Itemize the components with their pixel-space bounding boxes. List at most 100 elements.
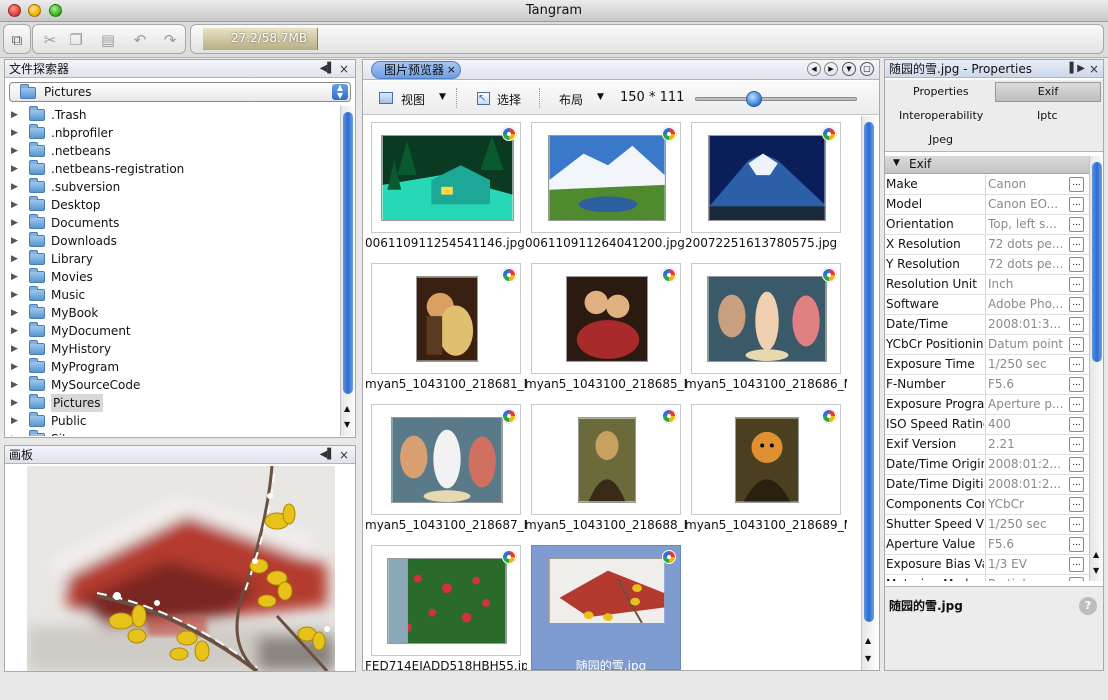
scrollbar-thumb[interactable]: [864, 122, 874, 622]
close-window-button[interactable]: [8, 4, 21, 17]
expand-icon[interactable]: ▶: [11, 268, 18, 286]
folder-tree-item[interactable]: ▶ Documents: [5, 214, 337, 232]
memory-indicator[interactable]: 27.2/58.7MB: [190, 24, 1104, 54]
expand-icon[interactable]: ▶: [11, 430, 18, 436]
thumbnail-tile[interactable]: [371, 404, 521, 515]
select-icon[interactable]: ↖: [477, 92, 490, 105]
expand-icon[interactable]: ▶: [11, 286, 18, 304]
edit-value-button[interactable]: ...: [1069, 217, 1084, 232]
property-row[interactable]: Aperture Value F5.6...: [885, 535, 1089, 555]
edit-value-button[interactable]: ...: [1069, 557, 1084, 572]
property-row[interactable]: Shutter Speed Value 1/250 sec...: [885, 515, 1089, 535]
nav-left-icon[interactable]: ◀: [807, 62, 821, 76]
minimize-panel-icon[interactable]: ▌▶: [1070, 60, 1085, 78]
edit-value-button[interactable]: ...: [1069, 497, 1084, 512]
tab-iptc[interactable]: Iptc: [1037, 109, 1058, 122]
edit-value-button[interactable]: ...: [1069, 237, 1084, 252]
folder-tree-item[interactable]: ▶ Downloads: [5, 232, 337, 250]
property-row[interactable]: Metering Mode Partial...: [885, 575, 1089, 581]
tab-interoperability[interactable]: Interoperability: [899, 109, 983, 122]
edit-value-button[interactable]: ...: [1069, 357, 1084, 372]
expand-icon[interactable]: ▶: [11, 160, 18, 178]
layout-button[interactable]: 布局: [559, 91, 583, 108]
folder-tree-item[interactable]: ▶ MyProgram: [5, 358, 337, 376]
property-row[interactable]: F-Number F5.6...: [885, 375, 1089, 395]
property-row[interactable]: Components Config YCbCr...: [885, 495, 1089, 515]
edit-value-button[interactable]: ...: [1069, 477, 1084, 492]
property-row[interactable]: Orientation Top, left s......: [885, 215, 1089, 235]
window-layout-icon[interactable]: ⧉: [8, 31, 26, 49]
thumbnail-tile[interactable]: [531, 545, 681, 670]
scroll-down-icon[interactable]: ▼: [1093, 566, 1099, 575]
property-row[interactable]: Exposure Bias Value 1/3 EV...: [885, 555, 1089, 575]
thumbnail-tile[interactable]: [371, 263, 521, 374]
copy-icon[interactable]: ❐: [67, 31, 85, 49]
edit-value-button[interactable]: ...: [1069, 317, 1084, 332]
property-row[interactable]: Exposure Time 1/250 sec...: [885, 355, 1089, 375]
layout-dropdown-icon[interactable]: ▼: [597, 92, 604, 102]
property-row[interactable]: ISO Speed Rating 400...: [885, 415, 1089, 435]
thumbnail-tile[interactable]: [531, 263, 681, 374]
folder-tree-item[interactable]: ▶ MyHistory: [5, 340, 337, 358]
edit-value-button[interactable]: ...: [1069, 397, 1084, 412]
thumbnail-size-slider[interactable]: [695, 91, 857, 107]
property-row[interactable]: YCbCr Positioning Datum point...: [885, 335, 1089, 355]
tab-jpeg[interactable]: Jpeg: [929, 133, 953, 146]
minimize-window-button[interactable]: [28, 4, 41, 17]
folder-tree-item[interactable]: ▶ .netbeans-registration: [5, 160, 337, 178]
view-icon[interactable]: [379, 92, 393, 104]
thumbnail-tile[interactable]: [691, 404, 841, 515]
select-button[interactable]: 选择: [497, 91, 521, 108]
folder-tree-item[interactable]: ▶ MyBook: [5, 304, 337, 322]
edit-value-button[interactable]: ...: [1069, 457, 1084, 472]
help-icon[interactable]: ?: [1079, 597, 1097, 615]
scroll-up-icon[interactable]: ▲: [865, 636, 871, 645]
expand-icon[interactable]: ▶: [11, 106, 18, 124]
close-panel-icon[interactable]: ×: [1089, 60, 1099, 78]
expand-icon[interactable]: ▶: [11, 178, 18, 196]
scroll-up-icon[interactable]: ▲: [1093, 550, 1099, 559]
folder-tree-item[interactable]: ▶ .subversion: [5, 178, 337, 196]
expand-icon[interactable]: ▶: [11, 214, 18, 232]
property-row[interactable]: Exif Version 2.21...: [885, 435, 1089, 455]
expand-icon[interactable]: ▶: [11, 124, 18, 142]
property-row[interactable]: X Resolution 72 dots pe......: [885, 235, 1089, 255]
slider-knob[interactable]: [746, 91, 763, 107]
properties-scrollbar[interactable]: ▲ ▼: [1089, 156, 1103, 581]
expand-icon[interactable]: ▶: [11, 196, 18, 214]
minimize-panel-icon[interactable]: ◀▌: [320, 60, 335, 78]
expand-icon[interactable]: ▶: [11, 358, 18, 376]
combo-arrows-icon[interactable]: ▲ ▼: [332, 84, 348, 100]
property-row[interactable]: Y Resolution 72 dots pe......: [885, 255, 1089, 275]
expand-icon[interactable]: ▶: [11, 340, 18, 358]
tab-image-preview[interactable]: 图片预览器 ×: [371, 61, 461, 79]
zoom-window-button[interactable]: [49, 4, 62, 17]
property-row[interactable]: Software Adobe Pho......: [885, 295, 1089, 315]
edit-value-button[interactable]: ...: [1069, 577, 1084, 581]
close-panel-icon[interactable]: ×: [339, 446, 349, 464]
property-row[interactable]: Date/Time Digitized 2008:01:2......: [885, 475, 1089, 495]
folder-tree-item[interactable]: ▶ Pictures: [5, 394, 337, 412]
tab-list-icon[interactable]: ▼: [842, 62, 856, 76]
folder-tree-item[interactable]: ▶ Music: [5, 286, 337, 304]
expand-icon[interactable]: ▶: [11, 142, 18, 160]
maximize-panel-icon[interactable]: ▢: [860, 62, 874, 76]
tab-exif[interactable]: Exif: [995, 82, 1101, 102]
redo-icon[interactable]: ↷: [161, 31, 179, 49]
folder-tree-item[interactable]: ▶ .netbeans: [5, 142, 337, 160]
thumbnail-tile[interactable]: [371, 122, 521, 233]
close-panel-icon[interactable]: ×: [339, 60, 349, 78]
expand-icon[interactable]: ▶: [11, 394, 18, 412]
folder-tree-item[interactable]: ▶ .Trash: [5, 106, 337, 124]
edit-value-button[interactable]: ...: [1069, 517, 1084, 532]
edit-value-button[interactable]: ...: [1069, 377, 1084, 392]
scrollbar-thumb[interactable]: [343, 112, 353, 394]
edit-value-button[interactable]: ...: [1069, 537, 1084, 552]
folder-tree-item[interactable]: ▶ .nbprofiler: [5, 124, 337, 142]
preview-scrollbar[interactable]: ▲ ▼: [861, 116, 875, 670]
thumbnail-tile[interactable]: [531, 122, 681, 233]
paste-icon[interactable]: ▤: [99, 31, 117, 49]
minimize-panel-icon[interactable]: ◀▌: [320, 446, 335, 464]
tab-properties[interactable]: Properties: [913, 85, 969, 98]
undo-icon[interactable]: ↶: [131, 31, 149, 49]
